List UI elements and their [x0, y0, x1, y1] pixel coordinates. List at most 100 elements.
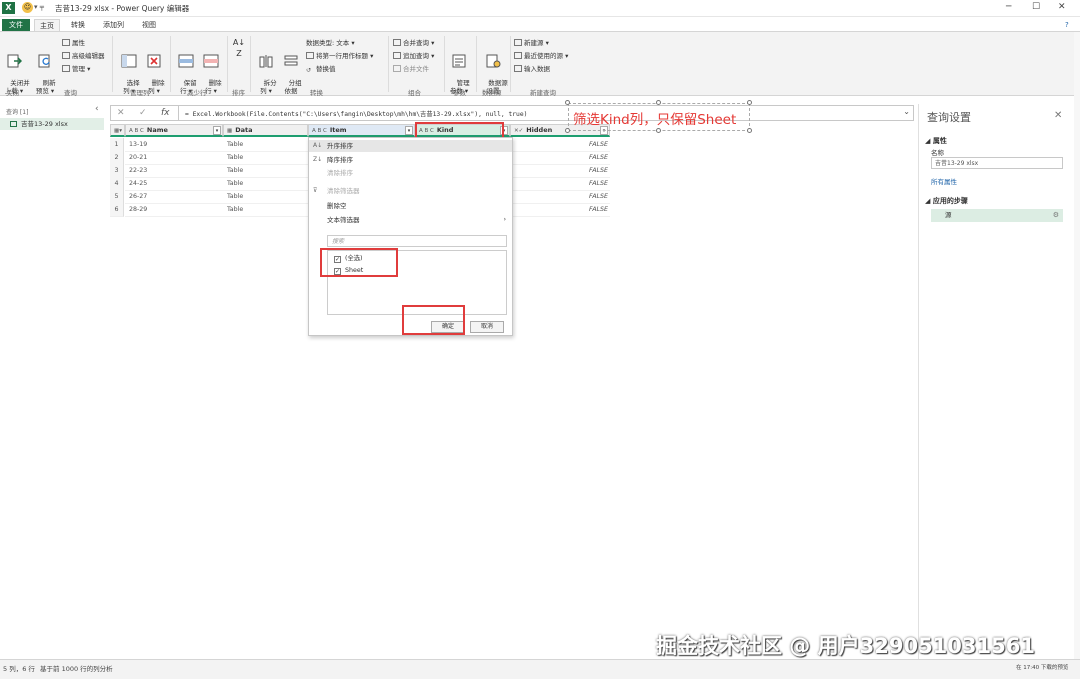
tab-file[interactable]: 文件 [2, 19, 30, 31]
combine-files-label: 合并文件 [403, 65, 429, 73]
status-preview-time: 在 17:40 下载的预览 [1016, 665, 1069, 671]
column-header-item[interactable]: A B C Item ▾ [308, 124, 415, 137]
help-icon[interactable]: ? [1060, 19, 1074, 31]
group-data-source-label: 数据源 [482, 89, 502, 97]
cell-data[interactable]: Table [223, 177, 308, 191]
fx-icon[interactable]: fx [161, 106, 170, 120]
cell-hidden[interactable]: FALSE [510, 164, 610, 178]
applied-steps-section[interactable]: ◢ 应用的步骤 [925, 196, 968, 206]
cell-name[interactable]: 28-29 [125, 203, 223, 217]
first-row-header-button[interactable]: 将第一行用作标题 ▾ [306, 52, 373, 60]
data-type-dropdown[interactable]: 数据类型: 文本 ▾ [306, 39, 355, 47]
filter-dropdown-icon[interactable]: ▾ [500, 126, 508, 135]
minimize-button[interactable]: ─ [1006, 2, 1011, 12]
split-column-button[interactable]: 拆分 列 ▾ [255, 37, 277, 103]
query-name-input[interactable]: 吉昔13-29 xlsx [931, 157, 1063, 169]
column-header-name[interactable]: A B C Name ▾ [125, 124, 223, 137]
column-name-label: Name [146, 126, 168, 134]
table-icon [10, 121, 17, 127]
quick-access-toolbar[interactable]: ▾ ╤ [34, 3, 44, 11]
row-number[interactable]: 2 [110, 151, 124, 165]
text-filters-item[interactable]: 文本筛选器 › [309, 214, 512, 226]
properties-section[interactable]: ◢ 属性 [925, 136, 947, 146]
sheet-checkbox[interactable]: ✓ Sheet [334, 266, 363, 275]
resize-handle [656, 128, 661, 133]
append-queries-button[interactable]: 追加查询 ▾ [393, 52, 434, 60]
formula-buttons: ✕ ✓ fx [111, 106, 179, 120]
append-queries-icon [393, 52, 401, 59]
cell-name[interactable]: 22-23 [125, 164, 223, 178]
gear-icon[interactable]: ⚙ [1053, 209, 1059, 222]
cancel-button[interactable]: 取消 [470, 321, 504, 333]
table-type-icon: ▦ [227, 128, 233, 134]
window-scrollbar[interactable] [1074, 32, 1080, 659]
ok-button[interactable]: 确定 [431, 321, 465, 333]
maximize-button[interactable]: ☐ [1032, 2, 1040, 12]
text-type-icon: A B C [312, 128, 327, 134]
row-number[interactable]: 5 [110, 190, 124, 204]
formula-input[interactable]: = Excel.Workbook(File.Contents("C:\Users… [185, 109, 527, 118]
recent-sources-label: 最近使用的源 ▾ [524, 52, 569, 60]
submenu-arrow-icon: › [503, 216, 506, 223]
queries-pane-title: 查询 [1] [6, 109, 29, 116]
advanced-editor-button[interactable]: 高级编辑器 [62, 52, 105, 60]
sort-descending-item[interactable]: Z↓ 降序排序 [309, 154, 512, 166]
filter-menu: A↓ 升序排序 Z↓ 降序排序 清除排序 ⊽ 清除筛选器 删除空 文本筛选器 › 搜索 … [308, 137, 513, 336]
remove-empty-item[interactable]: 删除空 [309, 200, 512, 212]
table-select-corner[interactable]: ▦▾ [110, 124, 125, 137]
step-label: 源 [945, 211, 952, 219]
new-source-button[interactable]: 新建源 ▾ [514, 39, 549, 47]
row-number[interactable]: 4 [110, 177, 124, 191]
sort-ascending-item[interactable]: A↓ 升序排序 [309, 140, 512, 152]
sort-ascending-button[interactable]: A↓ Z [232, 37, 246, 59]
refresh-preview-button[interactable]: 刷新 预览 ▾ [33, 37, 57, 103]
row-number[interactable]: 3 [110, 164, 124, 178]
row-number[interactable]: 6 [110, 203, 124, 217]
cell-hidden[interactable]: FALSE [510, 190, 610, 204]
tab-home[interactable]: 主页 [34, 19, 60, 31]
select-all-checkbox[interactable]: ✓ (全选) [334, 254, 363, 263]
cell-hidden[interactable]: FALSE [510, 203, 610, 217]
cancel-formula-icon[interactable]: ✕ [117, 106, 125, 120]
tab-add-column[interactable]: 添加列 [98, 19, 129, 31]
cell-name[interactable]: 24-25 [125, 177, 223, 191]
combine-files-button[interactable]: 合并文件 [393, 65, 429, 73]
manage-button[interactable]: 管理 ▾ [62, 65, 90, 73]
group-new-query-label: 新建查询 [530, 89, 556, 97]
cell-name[interactable]: 20-21 [125, 151, 223, 165]
cell-hidden[interactable]: FALSE [510, 151, 610, 165]
cell-data[interactable]: Table [223, 151, 308, 165]
column-header-data[interactable]: ▦ Data [223, 124, 308, 137]
feedback-smile-icon[interactable]: ☺ [22, 2, 33, 13]
cell-name[interactable]: 13-19 [125, 138, 223, 152]
window-title: 吉昔13-29 xlsx - Power Query 编辑器 [55, 4, 190, 13]
confirm-formula-icon[interactable]: ✓ [139, 106, 147, 120]
cell-hidden[interactable]: FALSE [510, 177, 610, 191]
query-item[interactable]: 吉昔13-29 xlsx [0, 118, 104, 130]
recent-sources-button[interactable]: 最近使用的源 ▾ [514, 52, 568, 60]
column-header-kind[interactable]: A B C Kind ▾ [415, 124, 510, 137]
group-by-button[interactable]: 分组 依据 [280, 37, 302, 103]
replace-values-button[interactable]: ↺ 替换值 [306, 65, 336, 74]
row-number[interactable]: 1 [110, 138, 124, 152]
cell-data[interactable]: Table [223, 203, 308, 217]
properties-button[interactable]: 属性 [62, 39, 85, 47]
filter-dropdown-icon[interactable]: ▾ [405, 126, 413, 135]
close-icon[interactable]: ✕ [1054, 110, 1062, 121]
tab-view[interactable]: 视图 [137, 19, 161, 31]
cell-data[interactable]: Table [223, 190, 308, 204]
cell-data[interactable]: Table [223, 164, 308, 178]
tab-transform[interactable]: 转换 [66, 19, 90, 31]
applied-step-item[interactable]: 源 ⚙ [931, 209, 1063, 222]
filter-dropdown-icon[interactable]: ▾ [213, 126, 221, 135]
cell-data[interactable]: Table [223, 138, 308, 152]
filter-search-input[interactable]: 搜索 [327, 235, 507, 247]
close-window-button[interactable]: ✕ [1058, 2, 1066, 12]
collapse-pane-icon[interactable]: ‹ [95, 104, 99, 114]
cell-name[interactable]: 26-27 [125, 190, 223, 204]
merge-queries-button[interactable]: 合并查询 ▾ [393, 39, 434, 47]
enter-data-button[interactable]: 输入数据 [514, 65, 550, 73]
cell-hidden[interactable]: FALSE [510, 138, 610, 152]
all-properties-link[interactable]: 所有属性 [931, 176, 957, 186]
expand-formula-icon[interactable]: ⌄ [903, 107, 910, 116]
